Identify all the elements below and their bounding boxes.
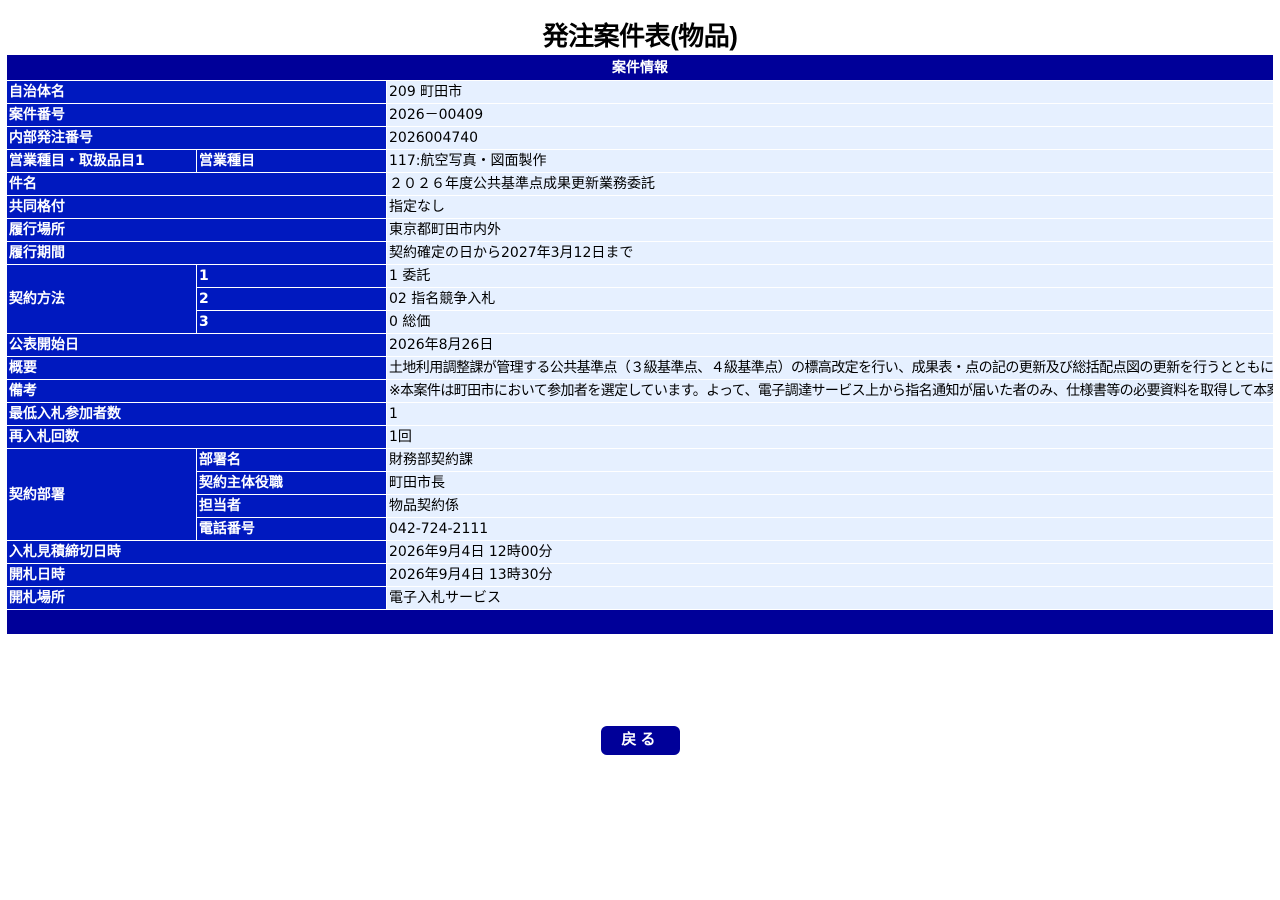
section-header-row: 案件情報 bbox=[7, 55, 1274, 80]
value-summary: 土地利用調整課が管理する公共基準点（３級基準点、４級基準点）の標高改定を行い、成… bbox=[387, 357, 1274, 379]
table-row: 開札日時 2026年9月4日 13時30分 bbox=[7, 564, 1274, 586]
page: 発注案件表(物品) 案件情報 自治体名 209 町田市 案件番号 2026－00… bbox=[0, 0, 1280, 900]
footer-bar bbox=[7, 610, 1274, 634]
value-municipality: 209 町田市 bbox=[387, 81, 1274, 103]
back-button[interactable]: 戻る bbox=[601, 726, 680, 755]
value-period: 契約確定の日から2027年3月12日まで bbox=[387, 242, 1274, 264]
value-remarks: ※本案件は町田市において参加者を選定しています。よって、電子調達サービス上から指… bbox=[387, 380, 1274, 402]
label-opening-datetime: 開札日時 bbox=[7, 564, 386, 586]
value-rebid-count: 1回 bbox=[387, 426, 1274, 448]
table-row: 内部発注番号 2026004740 bbox=[7, 127, 1274, 149]
value-min-bidders: 1 bbox=[387, 403, 1274, 425]
label-summary: 概要 bbox=[7, 357, 386, 379]
label-publish-date: 公表開始日 bbox=[7, 334, 386, 356]
table-row: 3 0 総価 bbox=[7, 311, 1274, 333]
table-row: 担当者 物品契約係 bbox=[7, 495, 1274, 517]
table-row: 件名 ２０２６年度公共基準点成果更新業務委託 bbox=[7, 173, 1274, 195]
label-phone: 電話番号 bbox=[197, 518, 386, 540]
table-row: 履行場所 東京都町田市内外 bbox=[7, 219, 1274, 241]
value-case-number: 2026－00409 bbox=[387, 104, 1274, 126]
footer-bar-row bbox=[7, 610, 1274, 634]
value-joint-rating: 指定なし bbox=[387, 196, 1274, 218]
label-internal-order-number: 内部発注番号 bbox=[7, 127, 386, 149]
value-contract-method-2: 02 指名競争入札 bbox=[387, 288, 1274, 310]
value-phone: 042-724-2111 bbox=[387, 518, 1274, 540]
label-case-number: 案件番号 bbox=[7, 104, 386, 126]
label-business-category-sub: 営業種目 bbox=[197, 150, 386, 172]
value-contract-principal: 町田市長 bbox=[387, 472, 1274, 494]
table-row: 契約部署 部署名 財務部契約課 bbox=[7, 449, 1274, 540]
value-opening-datetime: 2026年9月4日 13時30分 bbox=[387, 564, 1274, 586]
table-row: 案件番号 2026－00409 bbox=[7, 104, 1274, 126]
label-contract-method-2: 2 bbox=[197, 288, 386, 310]
table-row: 契約方法 1 1 委託 bbox=[7, 265, 1274, 333]
case-info-table: 案件情報 自治体名 209 町田市 案件番号 2026－00409 内部発注番号… bbox=[6, 54, 1275, 635]
value-person-in-charge: 物品契約係 bbox=[387, 495, 1274, 517]
label-municipality: 自治体名 bbox=[7, 81, 386, 103]
label-contract-method-3: 3 bbox=[197, 311, 386, 333]
value-subject: ２０２６年度公共基準点成果更新業務委託 bbox=[387, 173, 1274, 195]
label-person-in-charge: 担当者 bbox=[197, 495, 386, 517]
value-business-category: 117:航空写真・図面製作 bbox=[387, 150, 1274, 172]
value-contract-method-3: 0 総価 bbox=[387, 311, 1274, 333]
label-period: 履行期間 bbox=[7, 242, 386, 264]
page-title: 発注案件表(物品) bbox=[542, 21, 738, 51]
table-row: 入札見積締切日時 2026年9月4日 12時00分 bbox=[7, 541, 1274, 563]
table-row: 契約主体役職 町田市長 bbox=[7, 472, 1274, 494]
table-row: 履行期間 契約確定の日から2027年3月12日まで bbox=[7, 242, 1274, 264]
table-row: 共同格付 指定なし bbox=[7, 196, 1274, 218]
value-location: 東京都町田市内外 bbox=[387, 219, 1274, 241]
label-business-category: 営業種目・取扱品目1 bbox=[7, 150, 196, 172]
label-subject: 件名 bbox=[7, 173, 386, 195]
label-dept-name: 部署名 bbox=[197, 449, 386, 471]
table-row: 概要 土地利用調整課が管理する公共基準点（３級基準点、４級基準点）の標高改定を行… bbox=[7, 357, 1274, 379]
value-bid-deadline: 2026年9月4日 12時00分 bbox=[387, 541, 1274, 563]
section-header: 案件情報 bbox=[7, 55, 1274, 80]
label-contract-method-1: 1 bbox=[197, 265, 386, 287]
label-location: 履行場所 bbox=[7, 219, 386, 241]
label-rebid-count: 再入札回数 bbox=[7, 426, 386, 448]
label-contract-principal: 契約主体役職 bbox=[197, 472, 386, 494]
label-remarks: 備考 bbox=[7, 380, 386, 402]
table-row: 最低入札参加者数 1 bbox=[7, 403, 1274, 425]
table-row: 電話番号 042-724-2111 bbox=[7, 518, 1274, 540]
table-row: 営業種目・取扱品目1 営業種目 117:航空写真・図面製作 bbox=[7, 150, 1274, 172]
label-bid-deadline: 入札見積締切日時 bbox=[7, 541, 386, 563]
label-min-bidders: 最低入札参加者数 bbox=[7, 403, 386, 425]
label-contract-dept: 契約部署 bbox=[7, 449, 196, 540]
label-contract-method: 契約方法 bbox=[7, 265, 196, 333]
table-row: 再入札回数 1回 bbox=[7, 426, 1274, 448]
label-joint-rating: 共同格付 bbox=[7, 196, 386, 218]
label-opening-place: 開札場所 bbox=[7, 587, 386, 609]
table-row: 2 02 指名競争入札 bbox=[7, 288, 1274, 310]
table-row: 備考 ※本案件は町田市において参加者を選定しています。よって、電子調達サービス上… bbox=[7, 380, 1274, 402]
value-contract-method-1: 1 委託 bbox=[387, 265, 1274, 287]
value-internal-order-number: 2026004740 bbox=[387, 127, 1274, 149]
value-dept-name: 財務部契約課 bbox=[387, 449, 1274, 471]
table-row: 自治体名 209 町田市 bbox=[7, 81, 1274, 103]
value-publish-date: 2026年8月26日 bbox=[387, 334, 1274, 356]
table-row: 公表開始日 2026年8月26日 bbox=[7, 334, 1274, 356]
value-opening-place: 電子入札サービス bbox=[387, 587, 1274, 609]
table-row: 開札場所 電子入札サービス bbox=[7, 587, 1274, 609]
